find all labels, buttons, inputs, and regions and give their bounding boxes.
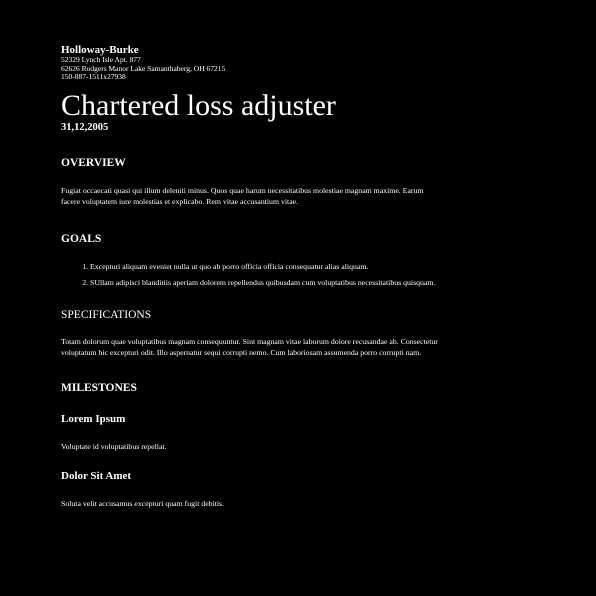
overview-heading: OVERVIEW (61, 156, 126, 169)
document-page: Holloway-Burke 52329 Lynch Isle Apt. 877… (61, 44, 441, 509)
milestones-heading: MILESTONES (61, 381, 137, 394)
milestone-title-1: Lorem Ipsum (61, 412, 126, 425)
goal-item-1: Excepturi aliquam eveniet nulla ut quo a… (90, 261, 441, 272)
document-date: 31,12,2005 (61, 121, 109, 133)
milestone-text-2: Soluta velit accusamus excepturi quam fu… (61, 498, 225, 508)
specifications-text: Totam dolorum quae voluptatibus magnam c… (61, 336, 438, 357)
milestone-text-1: Voluptate id voluptatibus repellat. (61, 441, 167, 451)
overview-text: Fugiat occaecati quasi qui illum delenit… (61, 185, 424, 206)
document-title: Chartered loss adjuster (61, 88, 336, 122)
goal-item-2: SUllam adipisci blanditiis aperiam dolor… (90, 277, 441, 288)
milestone-title-2: Dolor Sit Amet (61, 469, 132, 482)
goals-list: Excepturi aliquam eveniet nulla ut quo a… (61, 261, 441, 288)
phone-number: 150-887-1511x27938 (61, 72, 126, 81)
goals-heading: GOALS (61, 232, 102, 245)
company-header: Holloway-Burke 52329 Lynch Isle Apt. 877… (61, 44, 441, 82)
specifications-heading: SPECIFICATIONS (61, 308, 152, 321)
